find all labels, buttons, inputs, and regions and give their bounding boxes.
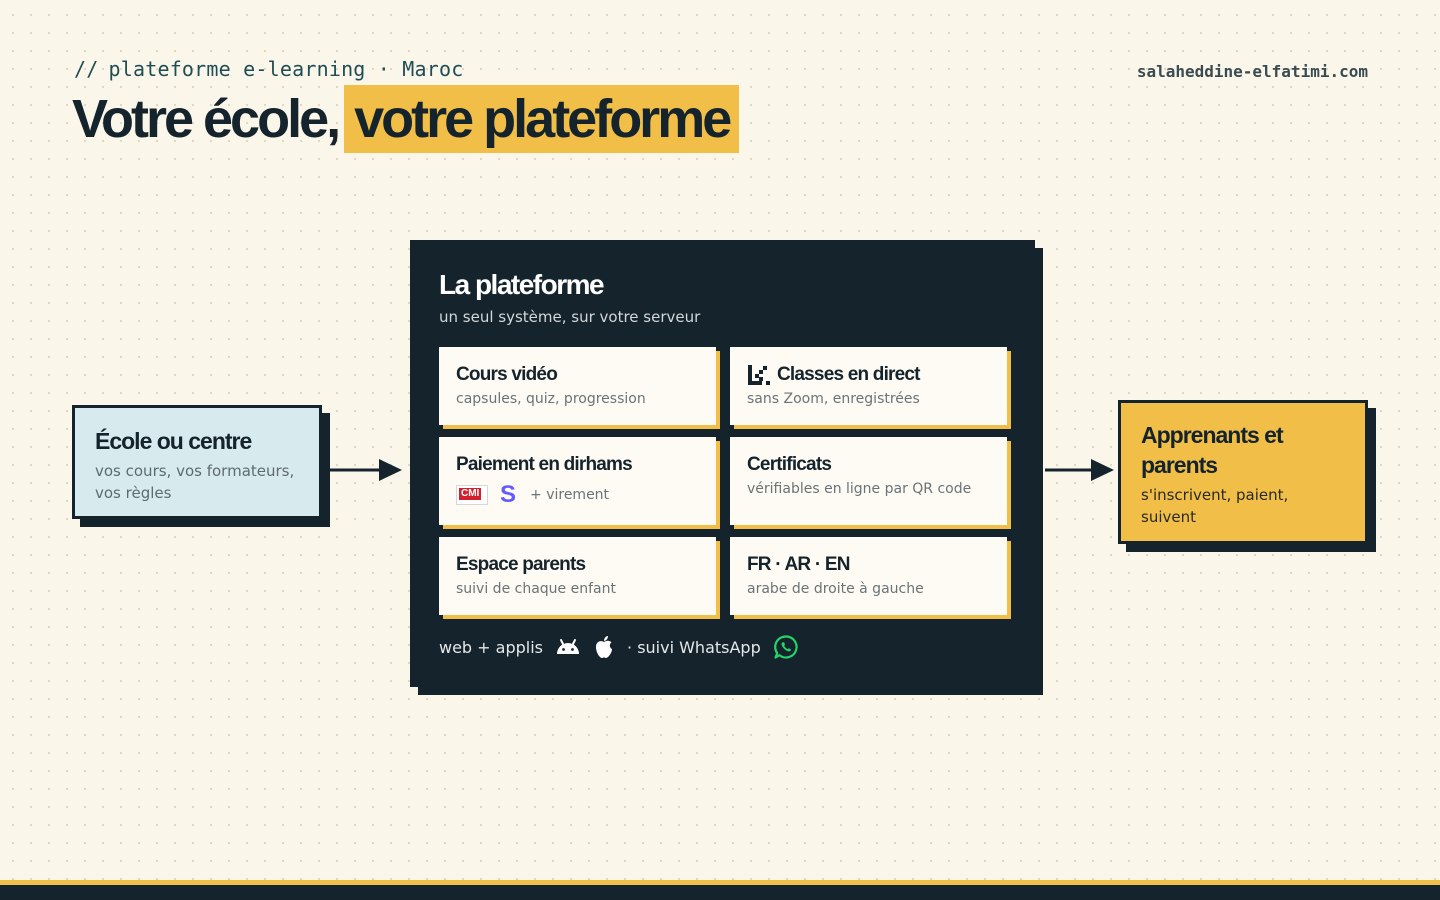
feature-card-certificates: Certificats vérifiables en ligne par QR … <box>730 437 1007 525</box>
card-subtitle: sans Zoom, enregistrées <box>747 391 920 407</box>
feature-grid: Cours vidéo capsules, quiz, progression … <box>439 347 1007 615</box>
platform-footer: web + applis · suivi WhatsApp <box>439 634 799 660</box>
arrow-right-icon <box>329 459 402 481</box>
stripe-icon: S <box>500 481 517 508</box>
card-title: FR · AR · EN <box>747 554 850 575</box>
apple-icon <box>596 636 613 658</box>
cmi-logo: CMI <box>456 485 488 505</box>
whatsapp-icon <box>773 635 798 659</box>
arrow-right-icon <box>1045 459 1114 481</box>
card-subtitle: arabe de droite à gauche <box>747 581 924 597</box>
livekit-icon <box>748 365 770 385</box>
school-box-title: École ou centre <box>95 428 252 454</box>
card-title: Classes en direct <box>777 364 921 385</box>
card-title: Paiement en dirhams <box>456 454 633 475</box>
platform-panel: La plateforme un seul système, sur votre… <box>410 240 1035 687</box>
card-title: Cours vidéo <box>456 364 558 385</box>
android-icon <box>557 639 580 654</box>
platform-title: La plateforme <box>439 269 605 300</box>
kicker-slashes: // <box>74 57 99 81</box>
learners-box: Apprenants et parents s'inscrivent, paie… <box>1118 400 1368 544</box>
footer-prefix: web + applis <box>439 637 544 657</box>
kicker: // plateforme e-learning · Maroc <box>74 57 463 81</box>
platform-subtitle: un seul système, sur votre serveur <box>439 308 701 326</box>
site-link[interactable]: salaheddine-elfatimi.com <box>1137 62 1368 81</box>
learners-box-title: Apprenants et parents <box>1141 422 1284 478</box>
kicker-text: plateforme e-learning · Maroc <box>108 57 464 81</box>
card-subtitle: capsules, quiz, progression <box>456 391 646 407</box>
card-title: Certificats <box>747 454 832 475</box>
feature-card-parents: Espace parents suivi de chaque enfant <box>439 537 716 615</box>
card-title: Espace parents <box>456 554 586 575</box>
title-part1: Votre école, <box>72 89 341 149</box>
card-subtitle: suivi de chaque enfant <box>456 581 616 597</box>
card-title-row: Classes en direct <box>747 363 990 387</box>
card-subtitle: vérifiables en ligne par QR code <box>747 481 972 497</box>
footer-suffix: · suivi WhatsApp <box>627 637 761 657</box>
school-box: École ou centre vos cours, vos formateur… <box>72 405 322 519</box>
title-highlight: votre plateforme <box>344 85 740 153</box>
card-subtitle-row: CMI S + virement <box>456 481 699 508</box>
page-title: Votre école, votre plateforme <box>72 84 740 154</box>
school-box-subtitle: vos cours, vos formateurs, vos règles <box>95 462 295 502</box>
feature-card-live: Classes en direct sans Zoom, enregistrée… <box>730 347 1007 425</box>
card-subtitle: + virement <box>530 487 610 503</box>
feature-card-payment: Paiement en dirhams CMI S + virement <box>439 437 716 525</box>
learners-box-subtitle: s'inscrivent, paient, suivent <box>1141 486 1289 526</box>
feature-card-video: Cours vidéo capsules, quiz, progression <box>439 347 716 425</box>
feature-card-languages: FR · AR · EN arabe de droite à gauche <box>730 537 1007 615</box>
bottom-bar <box>0 880 1440 900</box>
